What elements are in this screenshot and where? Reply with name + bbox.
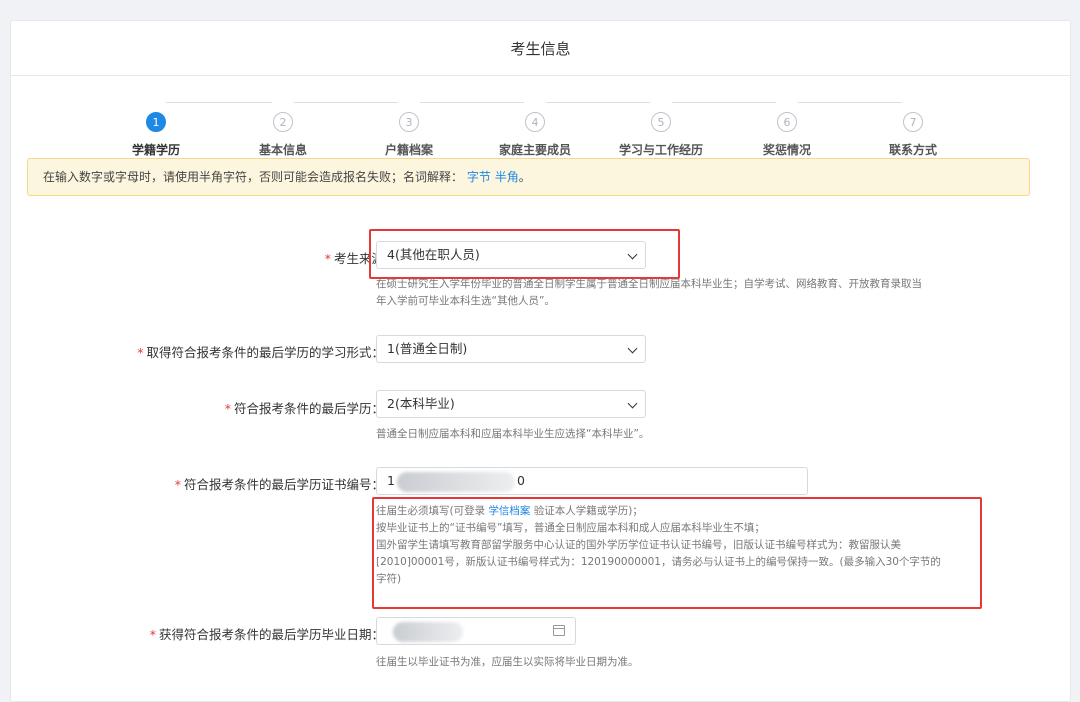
source-help-line2: 年入学前可毕业本科生选“其他人员”。 bbox=[376, 295, 555, 307]
step-number: 6 bbox=[777, 112, 797, 132]
redacted-value bbox=[393, 622, 463, 642]
step-connector bbox=[672, 102, 776, 103]
last-degree-help: 普通全日制应届本科和应届本科毕业生应选择“本科毕业”。 bbox=[376, 428, 650, 440]
step-number: 2 bbox=[273, 112, 293, 132]
step-label: 家庭主要成员 bbox=[498, 143, 571, 157]
calendar-icon[interactable] bbox=[553, 625, 565, 636]
notice-text: 在输入数字或字母时，请使用半角字符，否则可能会造成报名失败；名词解释： bbox=[43, 170, 464, 184]
grad-date-label: * 获得符合报考条件的最后学历毕业日期： bbox=[150, 624, 384, 643]
step-label: 户籍档案 bbox=[384, 143, 433, 157]
notice-end: 。 bbox=[518, 170, 531, 184]
grad-date-input[interactable] bbox=[376, 617, 576, 645]
step-connector bbox=[166, 102, 272, 103]
step-number: 5 bbox=[651, 112, 671, 132]
step-label: 基本信息 bbox=[258, 143, 307, 157]
redacted-value bbox=[397, 472, 515, 492]
cert-no-label-text: 符合报考条件的最后学历证书编号： bbox=[183, 477, 384, 492]
step-label: 学籍学历 bbox=[131, 143, 180, 157]
step-4[interactable]: 4 家庭主要成员 bbox=[475, 112, 595, 158]
highlight-box-cert bbox=[372, 497, 982, 609]
required-mark: * bbox=[224, 401, 231, 416]
step-label: 学习与工作经历 bbox=[618, 143, 703, 157]
page-title: 考生信息 bbox=[11, 21, 1070, 76]
step-label: 奖惩情况 bbox=[762, 143, 811, 157]
study-form-select[interactable]: 1(普通全日制) bbox=[376, 335, 646, 363]
step-3[interactable]: 3 户籍档案 bbox=[349, 112, 469, 158]
last-degree-select-value: 2(本科毕业) bbox=[387, 396, 455, 411]
step-number: 1 bbox=[146, 112, 166, 132]
step-connector bbox=[420, 102, 524, 103]
step-number: 3 bbox=[399, 112, 419, 132]
step-7[interactable]: 7 联系方式 bbox=[853, 112, 973, 158]
step-1[interactable]: 1 学籍学历 bbox=[96, 112, 216, 158]
step-connector bbox=[546, 102, 650, 103]
step-connector bbox=[294, 102, 398, 103]
chevron-down-icon bbox=[627, 398, 638, 409]
source-help: 在硕士研究生入学年份毕业的普通全日制学生属于普通全日制应届本科毕业生；自学考试、… bbox=[376, 276, 922, 310]
step-5[interactable]: 5 学习与工作经历 bbox=[601, 112, 721, 158]
step-number: 4 bbox=[525, 112, 545, 132]
step-6[interactable]: 6 奖惩情况 bbox=[727, 112, 847, 158]
step-number: 7 bbox=[903, 112, 923, 132]
study-form-label: * 取得符合报考条件的最后学历的学习形式： bbox=[137, 342, 384, 361]
highlight-box-source bbox=[369, 229, 680, 279]
cert-no-value-end: 0 bbox=[517, 473, 525, 488]
cert-no-input[interactable]: 1 0 bbox=[376, 467, 808, 495]
required-mark: * bbox=[324, 251, 331, 266]
study-form-label-text: 取得符合报考条件的最后学历的学习形式： bbox=[146, 345, 384, 360]
last-degree-label-text: 符合报考条件的最后学历： bbox=[233, 401, 384, 416]
cert-no-label: * 符合报考条件的最后学历证书编号： bbox=[175, 474, 384, 493]
required-mark: * bbox=[174, 477, 181, 492]
step-progress: 1 学籍学历 2 基本信息 3 户籍档案 4 家庭主要成员 5 学习与工作经历 … bbox=[0, 92, 1080, 157]
step-2[interactable]: 2 基本信息 bbox=[223, 112, 343, 158]
notice-link-halfwidth[interactable]: 半角 bbox=[495, 170, 519, 184]
chevron-down-icon bbox=[627, 343, 638, 354]
study-form-select-value: 1(普通全日制) bbox=[387, 341, 468, 356]
notice-link-byte[interactable]: 字节 bbox=[467, 170, 491, 184]
grad-date-help: 往届生以毕业证书为准，应届生以实际将毕业日期为准。 bbox=[376, 656, 639, 668]
last-degree-label: * 符合报考条件的最后学历： bbox=[225, 398, 384, 417]
step-connector bbox=[798, 102, 902, 103]
notice-banner: 在输入数字或字母时，请使用半角字符，否则可能会造成报名失败；名词解释： 字节 半… bbox=[27, 158, 1030, 196]
grad-date-label-text: 获得符合报考条件的最后学历毕业日期： bbox=[158, 627, 384, 642]
cert-no-value-start: 1 bbox=[387, 473, 395, 488]
last-degree-select[interactable]: 2(本科毕业) bbox=[376, 390, 646, 418]
source-help-line1: 在硕士研究生入学年份毕业的普通全日制学生属于普通全日制应届本科毕业生；自学考试、… bbox=[376, 278, 922, 290]
required-mark: * bbox=[137, 345, 144, 360]
step-label: 联系方式 bbox=[888, 143, 937, 157]
required-mark: * bbox=[149, 627, 156, 642]
